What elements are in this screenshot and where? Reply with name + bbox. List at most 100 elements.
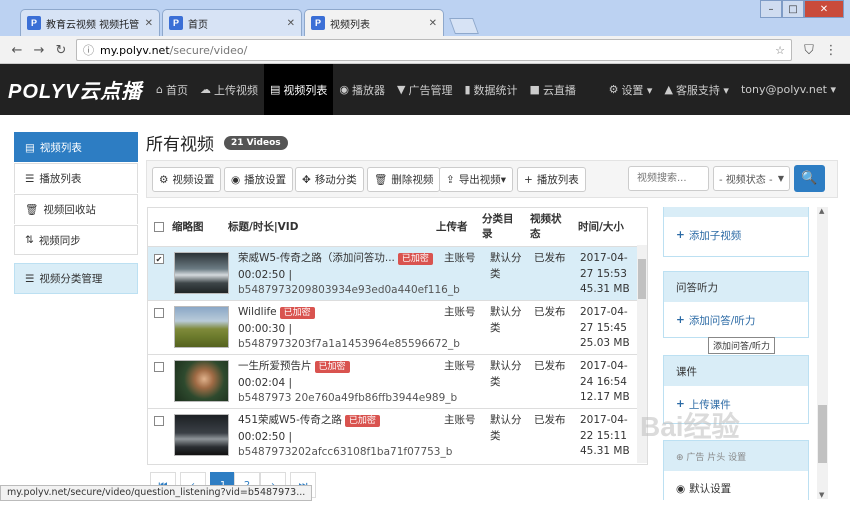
maximize-button[interactable]: □: [782, 0, 804, 18]
filter-icon: ▼: [397, 83, 406, 96]
info-icon[interactable]: ⓘ: [83, 42, 94, 58]
sidebar-item-category-management[interactable]: ☰ 视频分类管理: [14, 263, 138, 294]
film-icon: ▤: [269, 83, 281, 96]
scrollbar-thumb[interactable]: [818, 405, 827, 463]
close-icon[interactable]: ✕: [429, 18, 437, 29]
page-title: 所有视频: [146, 135, 214, 155]
sidebar-item-label: 视频同步: [38, 234, 81, 247]
minimize-button[interactable]: –: [760, 0, 782, 18]
nav-player[interactable]: ◉ 播放器: [333, 64, 391, 115]
video-title-cell: 荣威W5-传奇之路（添加问答功... 已加密 00:02:50 | b548797…: [238, 251, 460, 299]
status-cell: 已发布: [534, 252, 566, 264]
add-sub-video-link[interactable]: + 添加子视频: [664, 217, 808, 253]
play-settings-button[interactable]: ◉ 播放设置: [224, 167, 294, 192]
url-input[interactable]: ⓘ my.polyv.net/secure/video/ ☆: [76, 39, 792, 61]
browser-status-bar: my.polyv.net/secure/video/question_liste…: [0, 485, 313, 501]
date-cell: 2017-04-22 15:11: [580, 414, 628, 442]
video-thumbnail[interactable]: [174, 414, 229, 456]
polyv-favicon-icon: P: [27, 16, 41, 30]
scroll-up-icon[interactable]: ▲: [819, 207, 824, 215]
page-scrollbar[interactable]: ▲ ▼: [817, 207, 828, 499]
table-row[interactable]: 451荣威W5-传奇之路 已加密 00:02:50 | b5487973202af…: [148, 408, 638, 462]
nav-home[interactable]: ⌂ 首页: [150, 64, 194, 115]
sidebar-item-label: 视频列表: [39, 142, 82, 154]
add-qa-link[interactable]: + 添加问答/听力: [664, 302, 808, 338]
nav-label: 云直播: [542, 83, 576, 97]
video-thumbnail[interactable]: [174, 306, 229, 348]
sidebar-item-video-sync[interactable]: ⇅ 视频同步: [14, 225, 138, 255]
category-cell: 默认分类: [490, 360, 522, 388]
new-tab-button[interactable]: [449, 18, 479, 34]
close-window-button[interactable]: ✕: [804, 0, 844, 18]
plus-icon: +: [524, 173, 533, 186]
video-count-badge: 21 Videos: [224, 136, 288, 150]
reload-icon[interactable]: ↻: [52, 41, 70, 59]
polyv-logo[interactable]: POLYV云点播: [0, 75, 150, 104]
col-header-title: 标题/时长|VID: [228, 220, 299, 233]
export-video-dropdown[interactable]: ⇪ 导出视频▾: [439, 167, 514, 192]
video-title-link[interactable]: 451荣威W5-传奇之路: [238, 414, 342, 426]
gear-icon: ⚙: [159, 173, 169, 186]
nav-ads[interactable]: ▼ 广告管理: [391, 64, 458, 115]
back-arrow-icon[interactable]: ←: [8, 41, 26, 59]
date-cell: 2017-04-27 15:45: [580, 306, 628, 334]
browser-tab-1[interactable]: P 教育云视频 视频托管 _ 保 ✕: [20, 9, 160, 36]
nav-stats[interactable]: ▮ 数据统计: [458, 64, 523, 115]
address-bar-row: ← → ↻ ⓘ my.polyv.net/secure/video/ ☆ ⛉ ⋮: [0, 36, 850, 64]
forward-arrow-icon[interactable]: →: [30, 41, 48, 59]
video-title-link[interactable]: 一生所爱预告片: [238, 360, 312, 372]
video-duration: 00:02:04 |: [238, 376, 293, 389]
table-row[interactable]: Wildlife 已加密 00:00:30 | b5487973203f7a1a1…: [148, 300, 638, 354]
select-all-checkbox[interactable]: [154, 208, 164, 246]
size-cell: 45.31 MB: [580, 283, 630, 295]
close-icon[interactable]: ✕: [287, 18, 295, 29]
video-title-link[interactable]: Wildlife: [238, 306, 277, 318]
row-checkbox[interactable]: [154, 416, 164, 426]
add-to-playlist-button[interactable]: + 播放列表: [517, 167, 586, 192]
scrollbar-thumb[interactable]: [638, 259, 646, 299]
sidebar-item-label: 播放列表: [39, 173, 82, 185]
default-setting-radio[interactable]: ◉ 默认设置: [664, 471, 808, 496]
nav-upload[interactable]: ☁ 上传视频: [194, 64, 264, 115]
search-button[interactable]: 🔍: [794, 165, 825, 192]
video-search-input[interactable]: [628, 166, 709, 191]
nav-video-list[interactable]: ▤ 视频列表: [263, 64, 334, 115]
nav-user-account[interactable]: tony@polyv.net ▾: [735, 64, 842, 115]
caret-down-icon: ▼: [777, 174, 784, 183]
table-row[interactable]: 一生所爱预告片 已加密 00:02:04 | b5487973 20e760a49…: [148, 354, 638, 408]
close-icon[interactable]: ✕: [145, 18, 153, 29]
play-circle-icon: ◉: [339, 83, 349, 96]
sidebar-item-video-list[interactable]: ▤ 视频列表: [14, 132, 138, 162]
video-status-select[interactable]: - 视频状态 - ▼: [713, 166, 790, 191]
row-checkbox[interactable]: ✔: [154, 254, 164, 264]
nav-settings[interactable]: ⚙ 设置 ▾: [603, 64, 659, 115]
video-settings-button[interactable]: ⚙ 视频设置: [152, 167, 222, 192]
scroll-down-icon[interactable]: ▼: [819, 491, 824, 499]
nav-support[interactable]: ▲ 客服支持 ▾: [658, 64, 735, 115]
extension-shield-icon[interactable]: ⛉: [800, 41, 818, 59]
category-cell: 默认分类: [490, 414, 522, 442]
row-checkbox[interactable]: [154, 362, 164, 372]
status-cell: 已发布: [534, 360, 566, 372]
encrypted-badge: 已加密: [397, 253, 433, 265]
button-label: 移动分类: [314, 174, 357, 186]
sidebar-item-playlist[interactable]: ☰ 播放列表: [14, 163, 138, 193]
move-category-button[interactable]: ✥ 移动分类: [295, 167, 364, 192]
video-title-link[interactable]: 荣威W5-传奇之路（添加问答功...: [238, 252, 395, 264]
sidebar-item-recycle-bin[interactable]: 🗑 视频回收站: [14, 194, 138, 224]
browser-tab-2[interactable]: P 首页 ✕: [162, 9, 302, 36]
button-label: 播放列表: [536, 174, 579, 186]
courseware-panel-header: 课件: [664, 356, 808, 386]
delete-video-button[interactable]: 🗑 删除视频: [367, 167, 441, 192]
row-checkbox[interactable]: [154, 308, 164, 318]
video-thumbnail[interactable]: [174, 252, 229, 294]
browser-tab-3[interactable]: P 视频列表 ✕: [304, 9, 444, 36]
nav-live[interactable]: ■ 云直播: [524, 64, 582, 115]
encrypted-badge: 已加密: [344, 415, 380, 427]
move-icon: ✥: [302, 173, 311, 186]
bookmark-star-icon[interactable]: ☆: [775, 44, 785, 57]
menu-dots-icon[interactable]: ⋮: [822, 41, 840, 59]
table-row[interactable]: ✔ 荣威W5-传奇之路（添加问答功... 已加密 00:02:50 | b5487…: [148, 246, 638, 300]
video-thumbnail[interactable]: [174, 360, 229, 402]
cloud-upload-icon: ☁: [199, 83, 211, 96]
